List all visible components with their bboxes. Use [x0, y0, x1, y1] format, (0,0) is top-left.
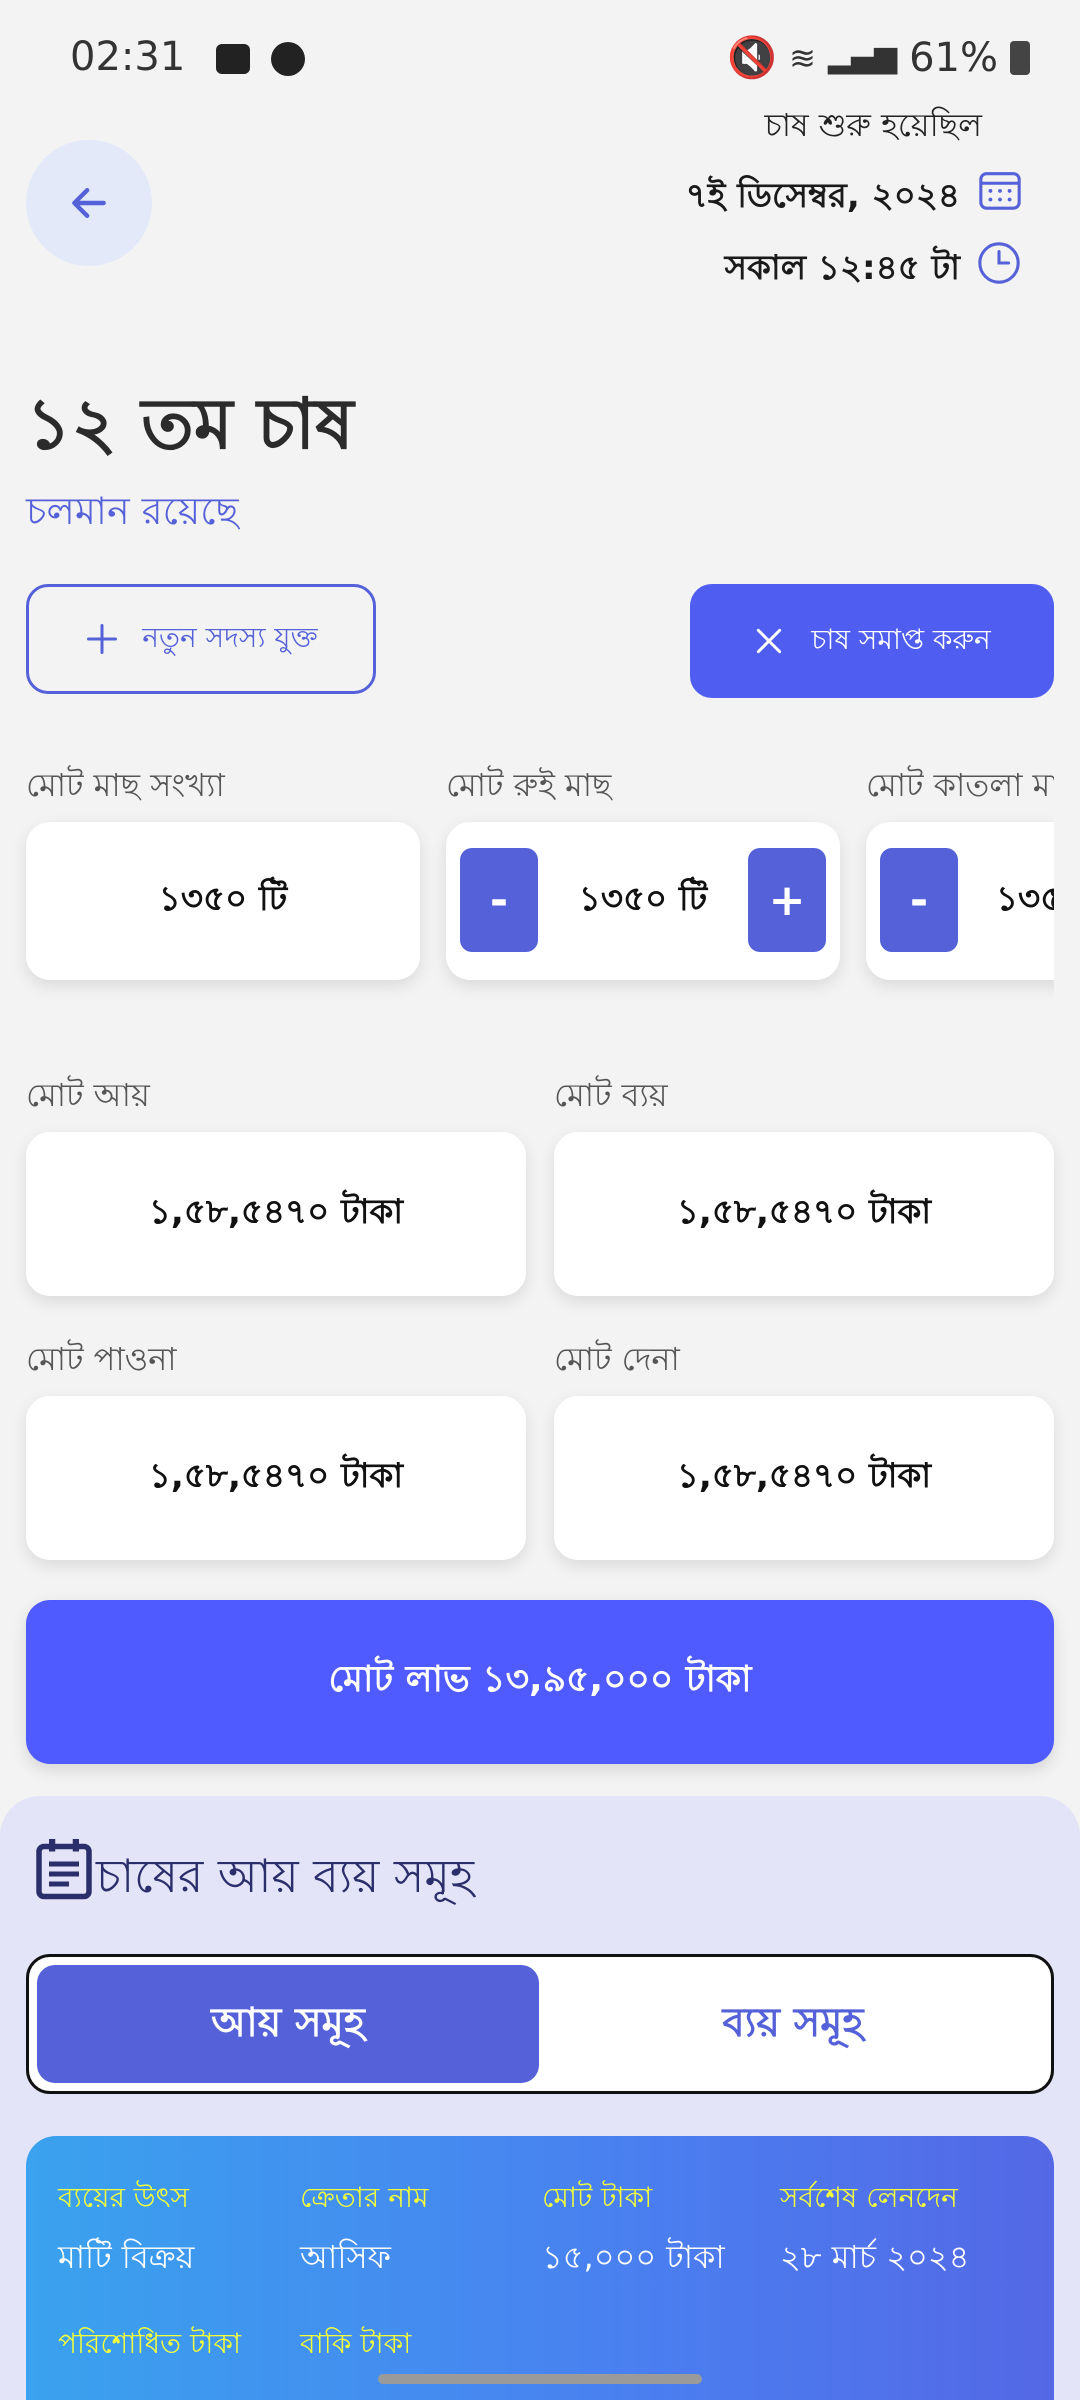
page-title: ১২ তম চাষ — [26, 383, 354, 465]
record-card[interactable]: ব্যয়ের উৎস মাটি বিক্রয় ক্রেতার নাম আসি… — [26, 2136, 1054, 2400]
started-label: চাষ শুরু হয়েছিল — [764, 106, 982, 144]
receivable-card: ১,৫৮,৫৪৭০ টাকা — [26, 1396, 526, 1560]
battery-icon — [1010, 40, 1030, 75]
fish-stats-scroller[interactable]: মোট মাছ সংখ্যা ১৩৫০ টি মোট রুই মাছ - ১৩৫… — [0, 760, 1054, 1010]
section-title: চাষের আয় ব্যয় সমূহ — [96, 1849, 475, 1903]
increment-button[interactable]: + — [748, 848, 826, 952]
back-arrow-icon — [72, 187, 106, 219]
buyer-value: আসিফ — [300, 2238, 392, 2276]
expense-value: ১,৫৮,৫৪৭০ টাকা — [676, 1191, 932, 1232]
payable-card: ১,৫৮,৫৪৭০ টাকা — [554, 1396, 1054, 1560]
stat-value: ১৩৫ — [996, 878, 1054, 919]
gallery-icon — [216, 44, 250, 74]
tab-income[interactable]: আয় সমূহ — [37, 1965, 539, 2083]
close-icon — [757, 628, 782, 654]
expense-card: ১,৫৮,৫৪৭০ টাকা — [554, 1132, 1054, 1296]
signal-icon: ▂▄▆ — [827, 40, 898, 75]
paid-label: পরিশোধিত টাকা — [58, 2327, 242, 2360]
wifi-icon: ≋ — [789, 38, 816, 77]
income-value: ১,৫৮,৫৪৭০ টাকা — [148, 1191, 404, 1232]
document-icon — [36, 1839, 92, 1900]
decrement-button[interactable]: - — [880, 848, 958, 952]
start-time: সকাল ১২:৪৫ টা — [724, 248, 960, 288]
income-card: ১,৫৮,৫৪৭০ টাকা — [26, 1132, 526, 1296]
source-value: মাটি বিক্রয় — [58, 2238, 195, 2276]
total-fish-card: ১৩৫০ টি — [26, 822, 420, 980]
total-value: ১৫,০০০ টাকা — [542, 2238, 725, 2276]
stat-value: ১৩৫০ টি — [158, 878, 288, 919]
stat-label: মোট মাছ সংখ্যা — [26, 766, 225, 804]
total-profit-text: মোট লাভ ১৩,৯৫,০০০ টাকা — [328, 1659, 752, 1700]
income-label: মোট আয় — [26, 1076, 150, 1114]
due-label: বাকি টাকা — [300, 2327, 412, 2360]
add-member-label: নতুন সদস্য যুক্ত — [142, 620, 318, 654]
total-label: মোট টাকা — [542, 2181, 653, 2214]
clock-icon[interactable] — [976, 240, 1022, 286]
last-transaction-label: সর্বশেষ লেনদেন — [780, 2181, 958, 2214]
plus-icon — [87, 624, 118, 654]
stat-value: ১৩৫০ টি — [578, 878, 708, 919]
mute-icon: 🔇 — [727, 35, 778, 81]
status-indicators: 🔇 ≋ ▂▄▆ 61% — [727, 34, 1030, 81]
add-member-button[interactable]: নতুন সদস্য যুক্ত — [26, 584, 376, 694]
rui-fish-stepper: - ১৩৫০ টি + — [446, 822, 840, 980]
decrement-button[interactable]: - — [460, 848, 538, 952]
income-expense-tabs: আয় সমূহ ব্যয় সমূহ — [26, 1954, 1054, 2094]
source-label: ব্যয়ের উৎস — [58, 2181, 190, 2214]
calendar-icon[interactable] — [976, 166, 1024, 212]
receivable-label: মোট পাওনা — [26, 1340, 177, 1378]
stat-label: মোট রুই মাছ — [446, 766, 612, 804]
buyer-label: ক্রেতার নাম — [300, 2181, 429, 2214]
status-text: চলমান রয়েছে — [26, 489, 239, 533]
payable-label: মোট দেনা — [554, 1340, 680, 1378]
expense-label: মোট ব্যয় — [554, 1076, 668, 1114]
start-date: ৭ই ডিসেম্বর, ২০২৪ — [685, 176, 960, 216]
status-time: 02:31 — [70, 34, 305, 80]
katla-fish-stepper: - ১৩৫ — [866, 822, 1054, 980]
battery-text: 61% — [909, 34, 998, 81]
home-indicator[interactable] — [378, 2374, 702, 2384]
messenger-icon — [270, 42, 305, 76]
end-farming-label: চাষ সমাপ্ত করুন — [811, 622, 991, 656]
end-farming-button[interactable]: চাষ সমাপ্ত করুন — [690, 584, 1054, 698]
total-profit-banner: মোট লাভ ১৩,৯৫,০০০ টাকা — [26, 1600, 1054, 1764]
last-transaction-value: ২৮ মার্চ ২০২৪ — [780, 2238, 970, 2276]
receivable-value: ১,৫৮,৫৪৭০ টাকা — [148, 1455, 404, 1496]
tab-expense[interactable]: ব্যয় সমূহ — [543, 1965, 1043, 2083]
stat-label: মোট কাতলা মা — [866, 766, 1054, 804]
back-button[interactable] — [26, 140, 152, 266]
payable-value: ১,৫৮,৫৪৭০ টাকা — [676, 1455, 932, 1496]
